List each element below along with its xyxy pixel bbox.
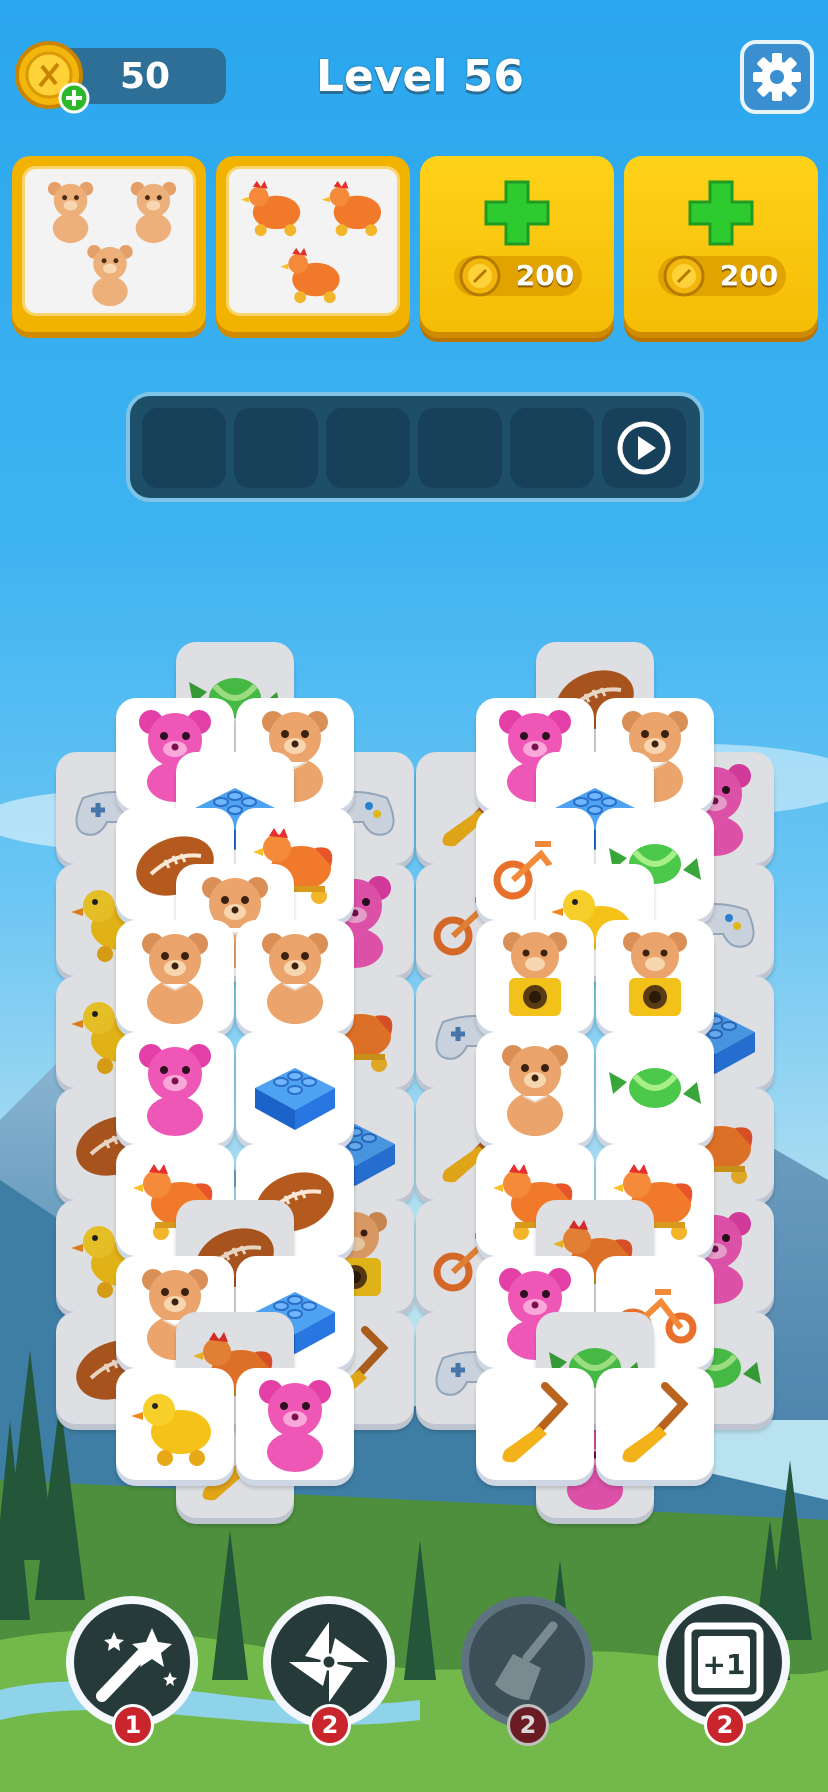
tile-camera-bear[interactable] xyxy=(596,920,714,1032)
tile-candy[interactable] xyxy=(596,1032,714,1144)
tile-teddy-bear[interactable] xyxy=(116,920,234,1032)
goal-card-teddy-bear xyxy=(12,156,206,332)
booster-count-badge: 2 xyxy=(704,1704,746,1746)
tray-slot xyxy=(142,408,226,488)
shovel-icon xyxy=(502,1382,569,1463)
booster-count-badge: 1 xyxy=(112,1704,154,1746)
gear-icon xyxy=(753,53,801,101)
shovel-icon xyxy=(622,1382,689,1463)
play-icon xyxy=(617,421,671,475)
camera-bear-icon xyxy=(503,932,567,1016)
teddy-bear-icon xyxy=(262,933,328,1024)
tray-play-slot[interactable] xyxy=(602,408,686,488)
tray-slot xyxy=(418,408,502,488)
tray-slot xyxy=(326,408,410,488)
buy-goal-slot-button-2[interactable]: 200 xyxy=(624,156,818,332)
candy-icon xyxy=(609,1068,701,1108)
camera-bear-icon xyxy=(623,932,687,1016)
teddy-bear-icon xyxy=(502,1045,568,1136)
booster-count-badge: 2 xyxy=(507,1704,549,1746)
tile-camera-bear[interactable] xyxy=(476,920,594,1032)
teddy-bear-goal-icons xyxy=(47,181,177,307)
tile-pink-bear[interactable] xyxy=(236,1368,354,1480)
rooster-goal-icons xyxy=(241,180,382,304)
broom-booster-button[interactable]: 2 xyxy=(457,1592,597,1746)
duck-toy-icon xyxy=(131,1394,211,1466)
coin-icon xyxy=(663,255,705,297)
price-tag: 200 xyxy=(658,255,786,297)
add-coins-icon[interactable] xyxy=(58,82,90,114)
booster-count-badge: 2 xyxy=(309,1704,351,1746)
slot-price-text: 200 xyxy=(719,259,779,292)
shuffle-booster-button[interactable]: 2 xyxy=(259,1592,399,1746)
pink-bear-icon xyxy=(259,1380,331,1472)
tray-slot xyxy=(510,408,594,488)
tile-shovel[interactable] xyxy=(596,1368,714,1480)
tile-shovel[interactable] xyxy=(476,1368,594,1480)
extra-slot-booster-button[interactable]: +1 2 xyxy=(654,1592,794,1746)
coin-icon xyxy=(459,255,501,297)
slot-price-text: 200 xyxy=(515,259,575,292)
coin-count: 50 xyxy=(119,56,171,97)
tray-slot xyxy=(234,408,318,488)
tile-pink-bear[interactable] xyxy=(116,1032,234,1144)
settings-button[interactable] xyxy=(740,40,814,114)
plus-icon xyxy=(484,180,550,246)
level-title: Level 56 xyxy=(315,51,525,102)
plus-icon xyxy=(688,180,754,246)
price-tag: 200 xyxy=(454,255,582,297)
lego-brick-icon xyxy=(255,1068,335,1130)
svg-text:+1: +1 xyxy=(703,1648,746,1681)
match-tray xyxy=(126,392,704,502)
magic-wand-booster-button[interactable]: 1 xyxy=(62,1592,202,1746)
buy-goal-slot-button-1[interactable]: 200 xyxy=(420,156,614,332)
teddy-bear-icon xyxy=(142,933,208,1024)
tile-teddy-bear[interactable] xyxy=(236,920,354,1032)
tile-teddy-bear[interactable] xyxy=(476,1032,594,1144)
goal-card-rooster-toy xyxy=(216,156,410,332)
tile-duck-toy[interactable] xyxy=(116,1368,234,1480)
pink-bear-icon xyxy=(139,1044,211,1136)
tile-lego-brick[interactable] xyxy=(236,1032,354,1144)
